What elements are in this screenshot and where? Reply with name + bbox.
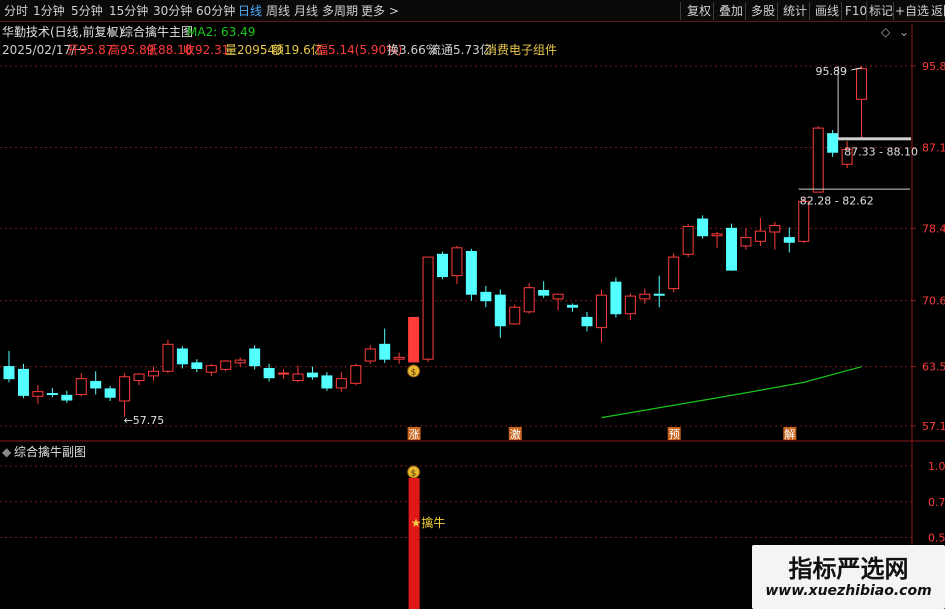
candle-up	[335, 378, 347, 389]
candle-up	[133, 373, 145, 382]
sub-indicator-name[interactable]: 综合擒牛副图	[14, 444, 86, 460]
candle-down	[494, 294, 506, 327]
candle-up	[754, 230, 766, 242]
candle-up	[364, 348, 376, 362]
candle-down	[437, 253, 448, 278]
range-label: 87.33 - 88.10	[844, 145, 918, 158]
candle-down	[17, 368, 29, 396]
candle-up	[234, 359, 246, 364]
candle-down	[176, 348, 188, 365]
candle-up	[509, 306, 521, 325]
watermark-title: 指标严选网	[788, 555, 909, 583]
candle-up	[422, 256, 434, 360]
candle-up	[856, 68, 868, 100]
sub-axis-label: 0.50	[928, 532, 945, 545]
candle-up	[75, 378, 87, 395]
candle-up	[639, 293, 651, 300]
low-price-label: ←57.75	[124, 414, 165, 427]
candle-up	[119, 376, 131, 402]
kline-chart[interactable]: 95.89 87.11 78.4 70.6 63.5 57.1 1.00 0.75 0.50 9…	[0, 0, 945, 609]
candle-up	[408, 316, 420, 363]
settings-icon[interactable]: ◆	[2, 444, 11, 460]
candle-down	[379, 343, 391, 360]
candle-down	[90, 380, 102, 389]
price-axis-label: 70.6	[922, 295, 945, 308]
candle-up	[393, 356, 405, 360]
candle-up	[148, 370, 159, 377]
candle-down	[104, 388, 116, 398]
money-bag-icon: $	[411, 469, 417, 479]
candle-up	[740, 237, 752, 247]
candle-down	[46, 393, 58, 396]
candle-up	[668, 256, 680, 290]
candle-down	[61, 394, 73, 401]
candle-down	[697, 218, 709, 237]
candle-down	[3, 366, 15, 380]
candle-down	[465, 251, 477, 295]
candle-up	[624, 295, 636, 315]
sub-axis-label: 1.00	[928, 460, 945, 473]
candle-up	[350, 365, 362, 384]
watermark-url: www.xuezhibiao.com	[765, 583, 932, 599]
star-label: ★擒牛	[411, 515, 446, 530]
candle-up	[162, 343, 174, 372]
candle-down	[581, 316, 593, 327]
candle-up	[595, 294, 607, 329]
candle-up	[292, 373, 304, 382]
signal-label: 预	[669, 428, 680, 441]
candle-down	[567, 304, 579, 308]
range-label: 82.28 - 82.62	[800, 194, 874, 207]
candle-up	[682, 225, 694, 255]
candle-up	[32, 391, 44, 397]
candle-up	[278, 372, 290, 375]
candle-down	[726, 227, 737, 271]
price-axis-label: 63.5	[922, 361, 945, 374]
candle-down	[610, 281, 622, 315]
signal-label: 解	[784, 427, 795, 441]
candle-down	[783, 237, 795, 243]
candle-up	[769, 225, 781, 233]
high-price-label: 95.89	[816, 65, 848, 78]
candle-down	[653, 293, 665, 296]
candlesticks	[3, 65, 868, 417]
money-bag-icon: $	[411, 368, 417, 378]
candle-down	[538, 290, 550, 296]
candle-up	[205, 365, 217, 373]
candle-up	[552, 293, 564, 300]
grid-lines: 95.89 87.11 78.4 70.6 63.5 57.1 1.00 0.75 0.50	[0, 24, 945, 609]
candle-down	[827, 133, 839, 153]
chart-overlays: 95.89 ←57.75 87.33 - 88.10 82.28 - 82.62 涨 激 预…	[124, 65, 918, 609]
price-axis-label: 57.1	[922, 420, 945, 433]
candle-up	[711, 233, 723, 237]
candle-down	[249, 348, 261, 367]
candle-up	[451, 247, 463, 277]
candle-down	[480, 291, 492, 302]
price-axis-label: 78.4	[922, 222, 945, 235]
candle-down	[263, 367, 275, 379]
candle-up	[812, 127, 824, 193]
watermark-logo: 指标严选网 www.xuezhibiao.com	[752, 545, 945, 609]
signal-bar	[408, 478, 420, 609]
price-axis-label: 87.11	[922, 141, 945, 154]
price-axis-label: 95.89	[922, 60, 945, 73]
candle-up	[798, 200, 810, 242]
ma2-line	[601, 366, 862, 419]
candle-up	[523, 287, 535, 313]
signal-label: 涨	[409, 428, 420, 441]
range-bar	[838, 137, 911, 141]
candle-down	[191, 362, 203, 369]
candle-up	[220, 360, 232, 370]
candle-down	[321, 375, 333, 389]
sub-axis-label: 0.75	[928, 496, 945, 509]
candle-down	[306, 372, 318, 378]
signal-label: 激	[510, 427, 521, 441]
